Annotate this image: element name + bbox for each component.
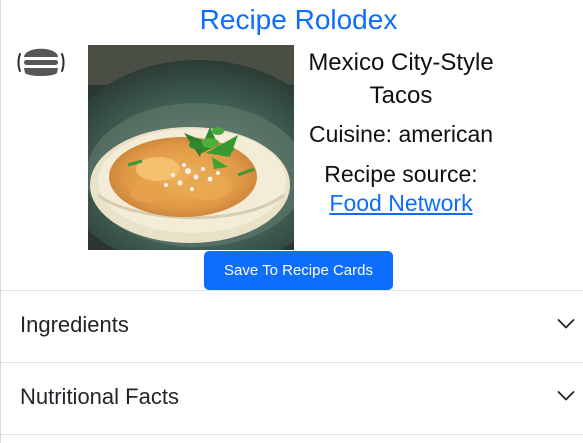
nutritional-facts-accordion-header[interactable]: Nutritional Facts — [1, 363, 583, 435]
recipe-image — [88, 45, 294, 250]
nutritional-facts-label: Nutritional Facts — [20, 384, 179, 409]
chevron-down-icon — [557, 391, 575, 401]
chevron-down-icon — [557, 319, 575, 329]
ingredients-accordion-header[interactable]: Ingredients — [1, 291, 583, 363]
save-to-recipe-cards-button[interactable]: Save To Recipe Cards — [204, 251, 393, 290]
recipe-source-link[interactable]: Food Network — [294, 187, 508, 219]
recipe-source-label: Recipe source: — [324, 161, 478, 187]
cuisine-text: Cuisine: american — [308, 121, 494, 147]
ingredients-label: Ingredients — [20, 312, 129, 337]
app-title: Recipe Rolodex — [199, 4, 398, 35]
recipe-page: Recipe Rolodex Mexico City-Style Tacos C… — [0, 0, 583, 443]
recipe-title: Mexico City-Style Tacos — [308, 49, 494, 109]
hamburger-burger-icon[interactable] — [15, 42, 67, 82]
recipe-details-accordion: Ingredients Nutritional Facts — [1, 290, 583, 435]
